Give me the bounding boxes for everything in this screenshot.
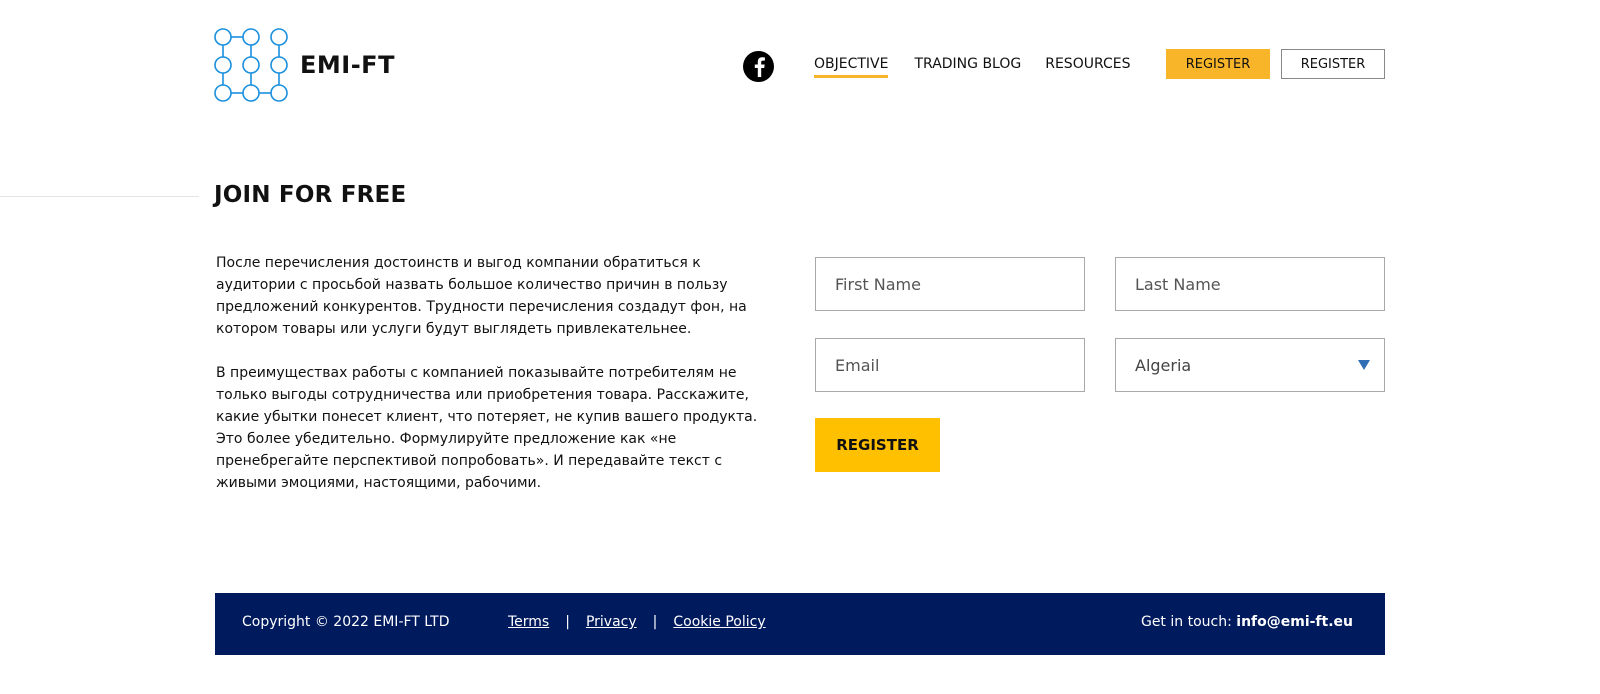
chevron-down-icon — [1358, 360, 1370, 370]
country-select[interactable]: Algeria — [1115, 338, 1385, 392]
nav-resources[interactable]: RESOURCES — [1045, 56, 1130, 78]
privacy-link[interactable]: Privacy — [586, 614, 637, 630]
footer-separator: | — [565, 614, 570, 630]
last-name-field[interactable] — [1115, 257, 1385, 311]
contact-email-link[interactable]: info@emi-ft.eu — [1236, 614, 1353, 630]
country-select-value: Algeria — [1135, 355, 1192, 375]
nav-trading-blog[interactable]: TRADING BLOG — [914, 56, 1021, 78]
register-button-primary[interactable]: REGISTER — [1166, 49, 1270, 79]
email-field[interactable] — [815, 338, 1085, 392]
logo-text: EMI-FT — [300, 51, 395, 79]
facebook-glyph-icon — [754, 56, 765, 77]
footer-links: Terms | Privacy | Cookie Policy — [508, 614, 766, 630]
register-button-secondary[interactable]: REGISTER — [1281, 49, 1385, 79]
logo-mark-icon — [214, 28, 288, 102]
first-name-input[interactable] — [835, 274, 1084, 294]
site-footer: Copyright © 2022 EMI-FT LTD Terms | Priv… — [215, 593, 1385, 655]
nav-objective[interactable]: OBJECTIVE — [814, 56, 889, 78]
section-divider — [0, 196, 199, 197]
facebook-icon[interactable] — [743, 51, 774, 82]
logo[interactable]: EMI-FT — [214, 28, 395, 102]
contact-label: Get in touch: — [1140, 614, 1232, 630]
intro-paragraph-2: В преимуществах работы с компанией показ… — [216, 365, 758, 491]
email-input[interactable] — [835, 355, 1084, 375]
page-title: JOIN FOR FREE — [214, 182, 407, 208]
intro-text: После перечисления достоинств и выгод ко… — [216, 252, 781, 494]
terms-link[interactable]: Terms — [508, 614, 549, 630]
copyright: Copyright © 2022 EMI-FT LTD — [242, 614, 450, 630]
register-submit-button[interactable]: REGISTER — [815, 418, 940, 472]
first-name-field[interactable] — [815, 257, 1085, 311]
last-name-input[interactable] — [1135, 274, 1384, 294]
contact-info: Get in touch: info@emi-ft.eu — [1141, 614, 1353, 630]
intro-paragraph-1: После перечисления достоинств и выгод ко… — [216, 255, 747, 337]
main-nav: OBJECTIVE TRADING BLOG RESOURCES — [814, 56, 1131, 78]
footer-separator: | — [652, 614, 658, 630]
site-header: EMI-FT OBJECTIVE TRADING BLOG RESOURCES … — [0, 0, 1600, 130]
cookie-policy-link[interactable]: Cookie Policy — [673, 614, 765, 630]
